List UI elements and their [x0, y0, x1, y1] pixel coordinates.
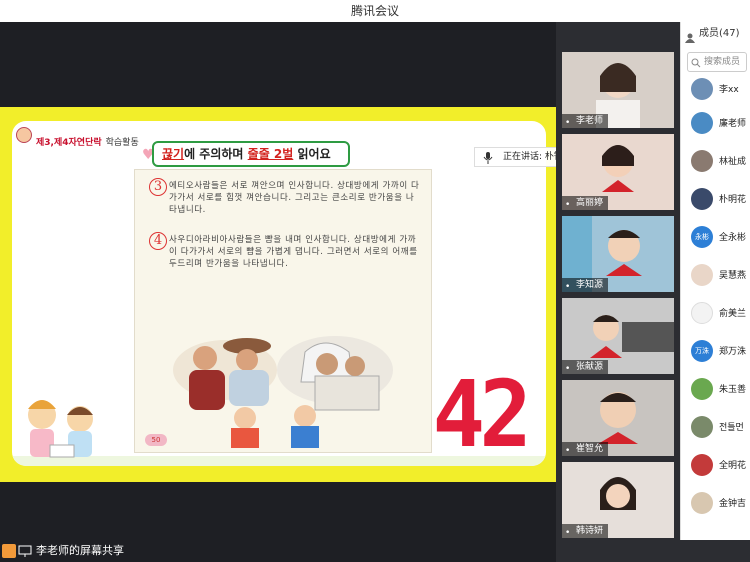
lesson-badge: 제3,제4자연단락 — [36, 137, 102, 148]
avatar — [691, 416, 713, 438]
microphone-icon: • — [565, 118, 571, 128]
video-strip[interactable]: • 李老师 • 高丽婷 • 李知源 • 张献源 • 崔智允 • 韩诗妍 — [556, 22, 680, 540]
paragraph-3: 에티오사람들은 서로 껴안으며 인사합니다. 상대방에게 가까이 다가가서 서로… — [169, 181, 420, 215]
member-header: 成员(47) — [681, 22, 750, 46]
member-item[interactable]: 朱玉善 — [691, 376, 750, 402]
lesson-slide: 제3,제4자연단락 학습활동 ♥ 끊기에 주의하며 줄줄 2벌 읽어요 3 에티… — [0, 107, 556, 482]
screen-share-label[interactable]: 李老师的屏幕共享 — [2, 542, 124, 560]
avatar — [691, 492, 713, 514]
video-tile[interactable]: • 韩诗妍 — [562, 462, 674, 538]
avatar — [691, 264, 713, 286]
window-title: 腾讯会议 — [0, 0, 750, 22]
microphone-icon: • — [565, 364, 571, 374]
avatar: 永彬 — [691, 226, 713, 248]
instruction-keyword1: 끊기 — [162, 147, 185, 161]
lesson-header: 제3,제4자연단락 학습활동 — [18, 131, 139, 151]
video-tile[interactable]: • 张献源 — [562, 298, 674, 374]
member-name: 郑万洙 — [719, 347, 747, 357]
member-item[interactable]: 全明花 — [691, 452, 750, 478]
member-name: 廉老师 — [719, 119, 747, 129]
participant-name: • 李老师 — [562, 114, 609, 128]
member-search-input[interactable]: 搜索成员 — [687, 52, 747, 72]
shared-screen: 제3,제4자연단락 학습활동 ♥ 끊기에 주의하며 줄줄 2벌 읽어요 3 에티… — [0, 22, 644, 540]
participant-name: • 韩诗妍 — [562, 524, 609, 538]
member-name: 李xx — [719, 85, 739, 95]
textbook-page: 3 에티오사람들은 서로 껴안으며 인사합니다. 상대방에게 가까이 다가가서 … — [134, 169, 432, 453]
instruction-end: 읽어요 — [293, 147, 331, 161]
reading-kids-illustration — [28, 400, 93, 458]
search-icon — [691, 57, 701, 75]
avatar — [691, 78, 713, 100]
microphone-icon: • — [565, 528, 571, 538]
avatar — [691, 150, 713, 172]
member-item[interactable]: 朴明花 — [691, 186, 750, 212]
greeting-illustration — [173, 336, 393, 448]
instruction-mid: 에 주의하며 — [184, 147, 248, 161]
member-name: 林祉成 — [719, 157, 747, 167]
member-item[interactable]: 万洙 郑万洙 — [691, 338, 750, 364]
presenter-icon — [2, 544, 16, 558]
slide-content: 제3,제4자연단락 학습활동 ♥ 끊기에 주의하며 줄줄 2벌 읽어요 3 에티… — [12, 121, 546, 466]
member-name: 전틀먼 — [719, 423, 744, 433]
avatar — [691, 188, 713, 210]
avatar — [691, 302, 713, 324]
member-item[interactable]: 金钟吉 — [691, 490, 750, 516]
member-item[interactable]: 俞美兰 — [691, 300, 750, 326]
member-name: 俞美兰 — [719, 309, 747, 319]
participant-name: • 张献源 — [562, 360, 609, 374]
member-item[interactable]: 永彬 全永彬 — [691, 224, 750, 250]
video-tile[interactable]: • 崔智允 — [562, 380, 674, 456]
video-tile[interactable]: • 李老师 — [562, 52, 674, 128]
bottom-bar: 李老师的屏幕共享 — [0, 540, 556, 562]
paragraph-number-3: 3 — [149, 178, 167, 196]
participant-name: • 高丽婷 — [562, 196, 609, 210]
video-tile[interactable]: • 李知源 — [562, 216, 674, 292]
avatar — [691, 454, 713, 476]
participant-name: • 崔智允 — [562, 442, 609, 456]
bottom-bar-right — [556, 540, 750, 562]
microphone-icon: • — [565, 282, 571, 292]
microphone-icon — [483, 152, 493, 164]
member-item[interactable]: 林祉成 — [691, 148, 750, 174]
page-number: 50 — [145, 434, 167, 446]
screen-share-icon — [18, 544, 32, 562]
instruction-keyword2: 줄줄 2벌 — [247, 147, 294, 161]
member-item[interactable]: 吴慧燕 — [691, 262, 750, 288]
paragraph-4: 사우디아라비아사람들은 뺨을 내며 인사합니다. 상대방에게 가까이 다가가서 … — [169, 235, 418, 269]
instruction-box: 끊기에 주의하며 줄줄 2벌 읽어요 — [152, 141, 350, 167]
microphone-icon: • — [565, 200, 571, 210]
member-item[interactable]: 전틀먼 — [691, 414, 750, 440]
member-name: 全永彬 — [719, 233, 747, 243]
person-icon — [685, 29, 695, 53]
avatar: 万洙 — [691, 340, 713, 362]
member-item[interactable]: 廉老师 — [691, 110, 750, 136]
participant-name: • 李知源 — [562, 278, 609, 292]
member-name: 吴慧燕 — [719, 271, 747, 281]
avatar — [691, 112, 713, 134]
member-name: 金钟吉 — [719, 499, 747, 509]
member-item[interactable]: 李xx — [691, 76, 750, 102]
member-name: 全明花 — [719, 461, 747, 471]
microphone-icon: • — [565, 446, 571, 456]
member-panel: 成员(47) 搜索成员 李xx 廉老师 林祉成 朴明花 永彬 全永彬 吴慧燕 俞… — [680, 22, 750, 540]
countdown-timer: 42 — [432, 361, 532, 466]
avatar — [691, 378, 713, 400]
member-name: 朱玉善 — [719, 385, 747, 395]
member-name: 朴明花 — [719, 195, 747, 205]
paragraph-number-4: 4 — [149, 232, 167, 250]
lesson-sub: 학습활동 — [105, 137, 139, 148]
video-tile[interactable]: • 高丽婷 — [562, 134, 674, 210]
